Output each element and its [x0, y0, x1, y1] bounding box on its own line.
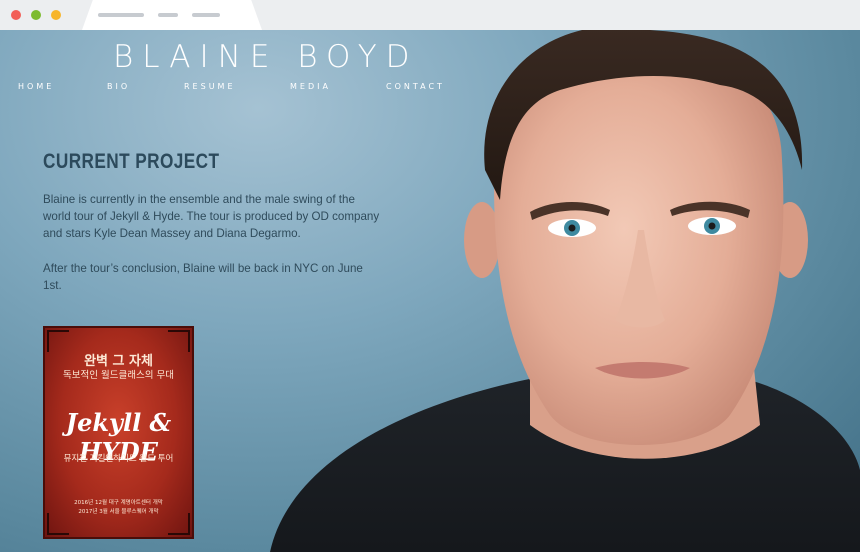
poster-ornament	[168, 330, 190, 352]
project-paragraph-1: Blaine is currently in the ensemble and …	[43, 193, 380, 240]
website-viewport: BLAINE BOYD HOME BIO RESUME MEDIA CONTAC…	[0, 30, 860, 552]
site-logo[interactable]: BLAINE BOYD	[113, 39, 419, 75]
poster-date-line-1: 2016년 12월 대구 계명아트센터 개막	[74, 500, 163, 506]
poster-subheadline: 독보적인 월드클래스의 무대	[63, 370, 174, 381]
browser-tab[interactable]	[82, 0, 262, 30]
nav-media-link[interactable]: MEDIA	[290, 82, 331, 91]
browser-chrome	[0, 0, 860, 30]
tab-placeholder-bar	[158, 13, 178, 17]
poster-show-title: 뮤지컬 지킬앤하이드 월드 투어	[63, 454, 174, 464]
poster-ornament	[47, 513, 69, 535]
jekyll-hyde-poster-image[interactable]: 완벽 그 자체 독보적인 월드클래스의 무대 Jekyll & HYDE 뮤지컬…	[43, 326, 194, 539]
nav-resume-link[interactable]: RESUME	[184, 82, 236, 91]
project-paragraph-2: After the tour’s conclusion, Blaine will…	[43, 262, 363, 292]
minimize-window-button[interactable]	[31, 10, 41, 20]
close-window-button[interactable]	[11, 10, 21, 20]
poster-date-line-2: 2017년 3월 서울 블루스퀘어 개막	[78, 509, 159, 515]
tab-placeholder-bar	[192, 13, 220, 17]
poster-ornament	[168, 513, 190, 535]
nav-home-link[interactable]: HOME	[18, 82, 54, 91]
main-nav: HOME BIO RESUME MEDIA CONTACT	[0, 82, 480, 96]
poster-ornament	[47, 330, 69, 352]
tab-placeholder-bar	[98, 13, 144, 17]
nav-contact-link[interactable]: CONTACT	[386, 82, 445, 91]
current-project-heading: CURRENT PROJECT	[43, 150, 220, 173]
nav-bio-link[interactable]: BIO	[107, 82, 130, 91]
maximize-window-button[interactable]	[51, 10, 61, 20]
